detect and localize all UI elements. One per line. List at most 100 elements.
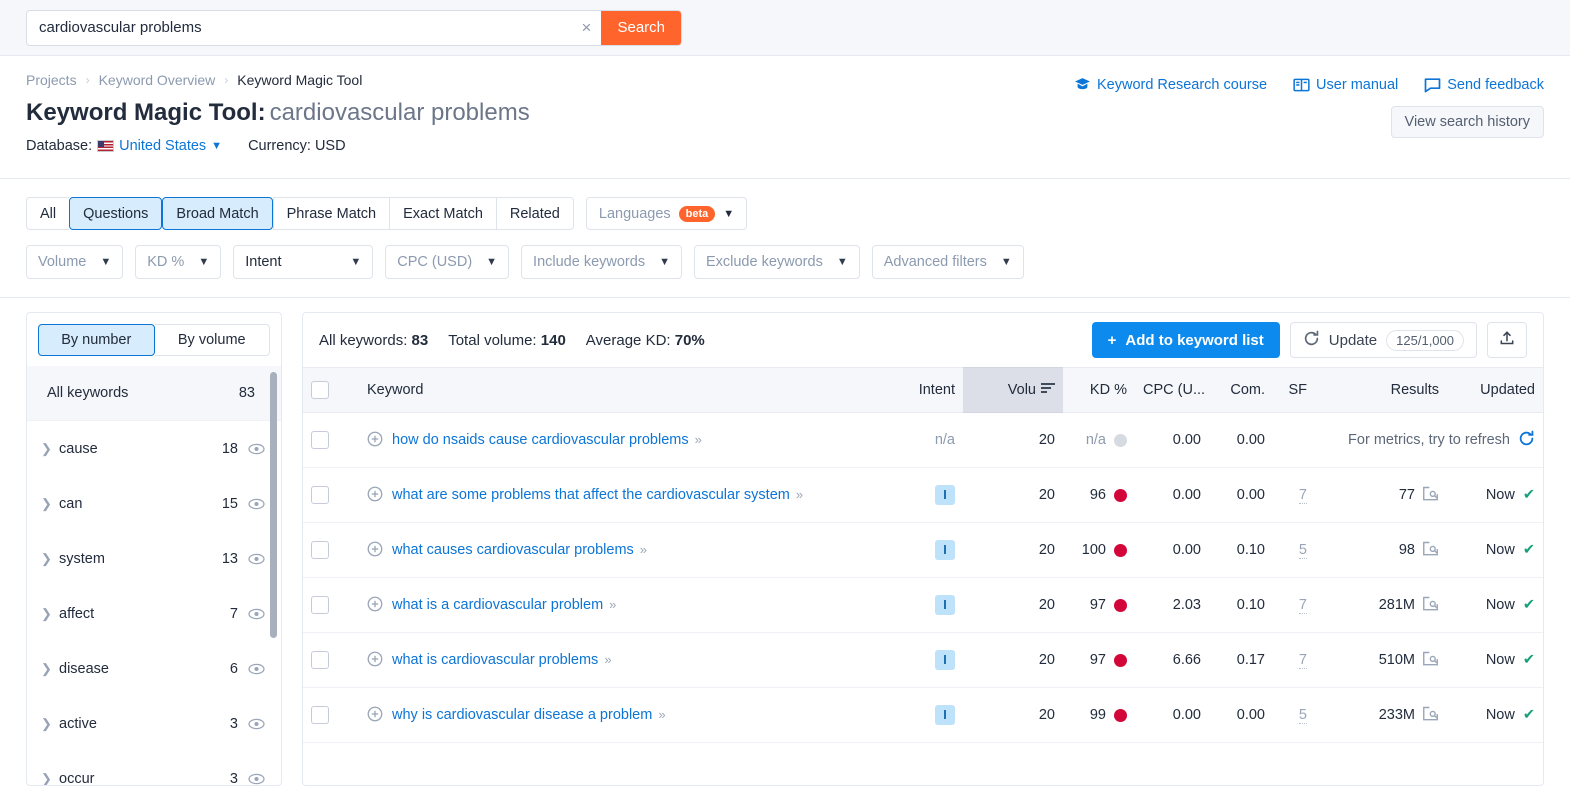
tab-all[interactable]: All: [26, 197, 70, 231]
chevron-right-icon[interactable]: ❯: [41, 661, 59, 677]
column-header-keyword[interactable]: Keyword: [359, 367, 885, 414]
sidebar-item-occur[interactable]: ❯ occur 3: [27, 751, 281, 785]
eye-icon[interactable]: [248, 608, 265, 620]
sf-value[interactable]: 7: [1298, 487, 1307, 505]
table-row[interactable]: how do nsaids cause cardiovascular probl…: [303, 412, 1543, 469]
sidebar-item-active[interactable]: ❯ active 3: [27, 696, 281, 751]
double-chevron-icon[interactable]: »: [658, 707, 665, 722]
tab-broad-match[interactable]: Broad Match: [162, 197, 273, 231]
row-checkbox[interactable]: [311, 596, 329, 615]
toggle-by-volume[interactable]: By volume: [154, 324, 270, 357]
column-header-com[interactable]: Com.: [1209, 367, 1273, 414]
row-checkbox[interactable]: [311, 431, 329, 450]
tab-exact-match[interactable]: Exact Match: [389, 197, 496, 231]
filter-intent[interactable]: Intent ▼: [233, 245, 374, 280]
intent-badge[interactable]: I: [935, 485, 955, 506]
keyword-research-course-link[interactable]: Keyword Research course: [1074, 76, 1267, 93]
table-row[interactable]: what is a cardiovascular problem » I 20 9…: [303, 577, 1543, 634]
send-feedback-link[interactable]: Send feedback: [1424, 77, 1544, 93]
clear-icon[interactable]: ×: [571, 11, 601, 45]
sidebar-item-system[interactable]: ❯ system 13: [27, 531, 281, 586]
serp-preview-icon[interactable]: [1422, 541, 1439, 560]
serp-preview-icon[interactable]: [1422, 706, 1439, 725]
sidebar-scrollbar[interactable]: [270, 372, 277, 639]
breadcrumb-item-keyword-overview[interactable]: Keyword Overview: [99, 72, 216, 88]
add-keyword-icon[interactable]: [367, 541, 383, 561]
eye-icon[interactable]: [248, 443, 265, 455]
sidebar-item-all-keywords[interactable]: All keywords 83: [27, 366, 281, 422]
table-row[interactable]: what causes cardiovascular problems » I 2…: [303, 522, 1543, 579]
toggle-by-number[interactable]: By number: [38, 324, 155, 357]
table-row[interactable]: why is cardiovascular disease a problem »…: [303, 687, 1543, 744]
database-selector[interactable]: Database: United States ▼: [26, 138, 222, 154]
row-checkbox[interactable]: [311, 486, 329, 505]
serp-preview-icon[interactable]: [1422, 486, 1439, 505]
sidebar-item-affect[interactable]: ❯ affect 7: [27, 586, 281, 641]
keyword-link[interactable]: what is cardiovascular problems »: [392, 650, 612, 671]
filter-exclude-keywords[interactable]: Exclude keywords ▼: [693, 245, 860, 280]
chevron-right-icon[interactable]: ❯: [41, 606, 59, 622]
tab-phrase-match[interactable]: Phrase Match: [272, 197, 390, 231]
intent-badge[interactable]: I: [935, 540, 955, 561]
column-header-sf[interactable]: SF: [1273, 367, 1315, 414]
add-keyword-icon[interactable]: [367, 596, 383, 616]
sidebar-item-cause[interactable]: ❯ cause 18: [27, 421, 281, 476]
add-keyword-icon[interactable]: [367, 431, 383, 451]
filter-include-keywords[interactable]: Include keywords ▼: [521, 245, 682, 280]
serp-preview-icon[interactable]: [1422, 596, 1439, 615]
table-row[interactable]: what are some problems that affect the c…: [303, 467, 1543, 524]
refresh-icon[interactable]: [1518, 430, 1535, 451]
intent-badge[interactable]: I: [935, 595, 955, 616]
double-chevron-icon[interactable]: »: [640, 542, 647, 557]
double-chevron-icon[interactable]: »: [604, 652, 611, 667]
sf-value[interactable]: 5: [1298, 707, 1307, 725]
row-checkbox[interactable]: [311, 541, 329, 560]
keyword-link[interactable]: what is a cardiovascular problem »: [392, 595, 616, 616]
languages-dropdown[interactable]: Languages beta ▼: [585, 197, 748, 231]
sidebar-item-disease[interactable]: ❯ disease 6: [27, 641, 281, 696]
database-value[interactable]: United States: [119, 138, 206, 154]
filter-cpc[interactable]: CPC (USD) ▼: [385, 245, 510, 280]
sf-value[interactable]: 5: [1298, 542, 1307, 560]
tab-related[interactable]: Related: [495, 197, 574, 231]
intent-badge[interactable]: I: [935, 650, 955, 671]
update-button[interactable]: Update 125/1,000: [1289, 322, 1477, 359]
search-button[interactable]: Search: [601, 10, 681, 45]
table-row[interactable]: what is cardiovascular problems » I 20 97…: [303, 632, 1543, 689]
column-header-volume[interactable]: Volu: [963, 367, 1063, 414]
double-chevron-icon[interactable]: »: [796, 487, 803, 502]
sidebar-item-can[interactable]: ❯ can 15: [27, 476, 281, 531]
filter-volume[interactable]: Volume ▼: [26, 245, 124, 280]
serp-preview-icon[interactable]: [1422, 651, 1439, 670]
keyword-link[interactable]: what causes cardiovascular problems »: [392, 540, 647, 561]
intent-badge[interactable]: I: [935, 705, 955, 726]
chevron-right-icon[interactable]: ❯: [41, 716, 59, 732]
double-chevron-icon[interactable]: »: [609, 597, 616, 612]
row-refresh-notice-cell[interactable]: For metrics, try to refresh: [1315, 412, 1543, 469]
add-keyword-icon[interactable]: [367, 706, 383, 726]
sf-value[interactable]: 7: [1298, 652, 1307, 670]
tab-questions[interactable]: Questions: [69, 197, 163, 231]
sf-value[interactable]: 7: [1298, 597, 1307, 615]
chevron-right-icon[interactable]: ❯: [41, 441, 59, 457]
select-all-checkbox[interactable]: [311, 381, 329, 400]
keyword-link[interactable]: what are some problems that affect the c…: [392, 485, 803, 506]
search-input[interactable]: [27, 19, 572, 36]
eye-icon[interactable]: [248, 663, 265, 675]
add-to-keyword-list-button[interactable]: + Add to keyword list: [1091, 322, 1280, 359]
eye-icon[interactable]: [248, 718, 265, 730]
breadcrumb-item-projects[interactable]: Projects: [26, 72, 77, 88]
keyword-link[interactable]: how do nsaids cause cardiovascular probl…: [392, 430, 702, 451]
keyword-link[interactable]: why is cardiovascular disease a problem »: [392, 705, 666, 726]
filter-advanced[interactable]: Advanced filters ▼: [871, 245, 1024, 280]
column-header-kd[interactable]: KD %: [1063, 367, 1135, 414]
chevron-right-icon[interactable]: ❯: [41, 496, 59, 512]
row-checkbox[interactable]: [311, 651, 329, 670]
column-header-cpc[interactable]: CPC (U...: [1135, 367, 1209, 414]
chevron-right-icon[interactable]: ❯: [41, 551, 59, 567]
eye-icon[interactable]: [248, 498, 265, 510]
export-button[interactable]: [1487, 322, 1527, 359]
user-manual-link[interactable]: User manual: [1293, 77, 1398, 93]
column-header-intent[interactable]: Intent: [885, 367, 963, 414]
add-keyword-icon[interactable]: [367, 651, 383, 671]
